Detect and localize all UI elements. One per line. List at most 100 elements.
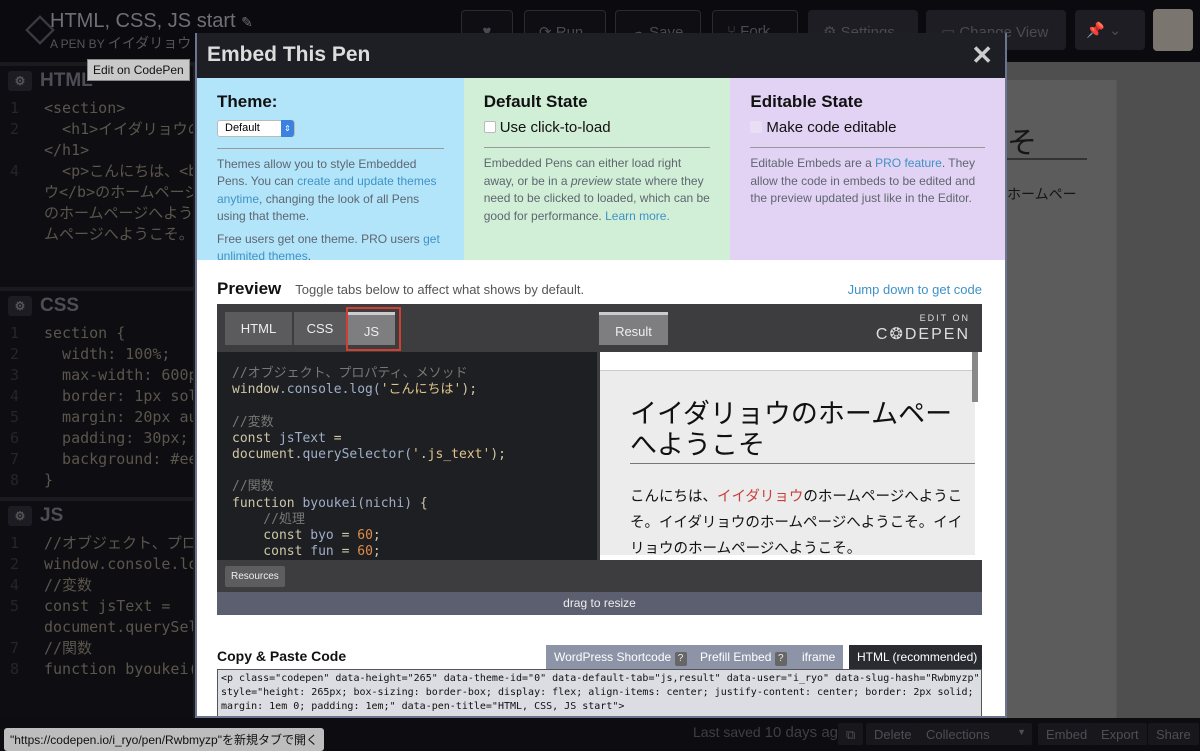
gear-icon[interactable]: ⚙ (8, 71, 32, 91)
editor-css[interactable]: ⚙ CSS 1 section {2 width: 100%; 3 max-width:… (0, 287, 193, 497)
line-text: ムページへようこそ。< (44, 225, 193, 243)
theme-description: Themes allow you to style Embedded Pens.… (217, 156, 444, 226)
tab-html-recommended[interactable]: HTML (recommended) (849, 645, 982, 669)
code-token: byo (310, 528, 342, 544)
tab-html[interactable]: HTML (225, 312, 292, 345)
tab-css[interactable]: CSS (294, 312, 346, 345)
line-number: 3 (10, 366, 20, 384)
embed-button[interactable]: Embed (1038, 723, 1096, 745)
code-line: //関数 (232, 479, 597, 495)
editor-html[interactable]: ⚙HTML1<section>2 <h1>イイダリョウの</h1>34 <p>こ… (0, 62, 193, 287)
pro-feature-link[interactable]: PRO feature (875, 156, 942, 170)
select-arrows-icon: ⇕ (281, 119, 294, 137)
divider (483, 147, 711, 148)
code-lines[interactable]: 1 section {2 width: 100%; 3 max-width: 600… (0, 317, 193, 491)
line-number: 6 (10, 429, 20, 447)
code-line: 4 <p>こんにちは、<b (0, 161, 193, 182)
code-token: '.js_text' (412, 447, 491, 463)
gear-icon[interactable]: ⚙ (8, 296, 32, 316)
avatar[interactable] (1153, 9, 1193, 51)
editor-label: JS (40, 505, 64, 526)
author-link[interactable]: イイダリョウ (108, 35, 191, 51)
result-heading-fragment: そ (1007, 127, 1037, 160)
preview-heading: Preview (217, 279, 282, 298)
preview-header: Preview Toggle tabs below to affect what… (217, 279, 982, 299)
embed-code-textarea[interactable]: <p class="codepen" data-height="265" dat… (217, 669, 982, 716)
checkbox[interactable] (750, 121, 763, 133)
line-text: //関数 (44, 639, 93, 657)
chevron-down-icon[interactable]: ⌄ (1109, 22, 1122, 39)
close-icon[interactable]: ✕ (971, 40, 993, 71)
code-line: 5 margin: 20px aut (0, 407, 193, 428)
code-token: 'こんにちは' (380, 382, 462, 398)
jump-to-code-link[interactable]: Jump down to get code (848, 282, 982, 297)
line-text: section { (44, 324, 126, 342)
code-line: 7 background: #eee (0, 449, 193, 470)
scrollbar[interactable] (972, 352, 978, 402)
code-token: //関数 (232, 479, 274, 495)
tab-prefill-embed[interactable]: Prefill Embed ? (692, 645, 795, 669)
tab-result[interactable]: Result (599, 312, 668, 345)
theme-select[interactable]: Default ⇕ (217, 119, 295, 137)
line-number: 1 (10, 99, 20, 117)
tab-wordpress-shortcode[interactable]: WordPress Shortcode ? (546, 645, 695, 669)
line-number: 8 (10, 471, 20, 489)
code-line: </h1> (0, 140, 193, 161)
modal-title: Embed This Pen (207, 43, 371, 66)
make-editable-checkbox[interactable]: Make code editable (750, 118, 985, 136)
code-line: 1 <section> (0, 98, 193, 119)
edit-on-label: EDIT ON (919, 313, 970, 323)
editor-js[interactable]: ⚙ JS1//オブジェクト、プロパ2window.console.log34//変… (0, 497, 193, 717)
pen-title[interactable]: HTML, CSS, JS start ✎ (50, 10, 253, 33)
code-lines[interactable]: 1<section>2 <h1>イイダリョウの</h1>34 <p>こんにちは、… (0, 92, 193, 245)
code-line: //処理 (232, 512, 597, 528)
export-button[interactable]: Export (1093, 723, 1147, 745)
line-text: <h1>イイダリョウの (44, 120, 193, 138)
collections-button[interactable]: Collections ▼ (918, 723, 1032, 745)
click-to-load-checkbox[interactable]: Use click-to-load (483, 118, 711, 136)
code-token: function (232, 495, 303, 511)
checkbox[interactable] (483, 121, 496, 133)
help-icon[interactable]: ? (674, 652, 687, 666)
gear-icon[interactable]: ⚙ (8, 506, 32, 526)
last-saved-label: Last saved (693, 724, 761, 740)
resources-button[interactable]: Resources (225, 566, 285, 587)
editor-panes: ⚙HTML1<section>2 <h1>イイダリョウの</h1>34 <p>こ… (0, 62, 195, 718)
text: Free users get one theme. PRO users (217, 231, 424, 246)
collections-label: Collections (926, 727, 990, 742)
delete-button[interactable]: Delete (866, 723, 920, 745)
drag-to-resize-handle[interactable]: drag to resize (217, 592, 982, 615)
help-icon[interactable]: ? (774, 652, 787, 666)
code-line: window.console.log('こんにちは'); (232, 382, 597, 398)
preview-subtitle: Toggle tabs below to affect what shows b… (295, 282, 585, 297)
tab-label: WordPress Shortcode (554, 650, 672, 664)
code-line: 1 section { (0, 323, 193, 344)
caret-down-icon: ▼ (1017, 727, 1026, 737)
result-view: イイダリョウのホームペー へようこそ こんにちは、イイダリョウのホームページへよ… (600, 352, 982, 560)
url-tooltip: "https://codepen.io/i_ryo/pen/Rwbmyzp"を新… (4, 728, 324, 751)
code-line: 2 <h1>イイダリョウの (0, 119, 193, 140)
checkbox-label: Use click-to-load (499, 118, 611, 136)
result-divider (1007, 158, 1087, 160)
line-number: 2 (10, 555, 20, 573)
line-text: border: 1px soli (44, 387, 193, 405)
code-token: const (232, 430, 279, 446)
line-number: 5 (10, 597, 20, 615)
result-content: そ ホームペー (1007, 80, 1117, 720)
open-external-icon[interactable]: ⧉ (838, 723, 864, 745)
tab-iframe[interactable]: iframe (794, 645, 844, 669)
active-tab-highlight (346, 307, 401, 351)
pen-author: A PEN BY イイダリョウ (50, 33, 191, 53)
default-state-heading: Default State (483, 92, 588, 111)
pencil-icon[interactable]: ✎ (241, 14, 253, 30)
share-button[interactable]: Share (1148, 723, 1199, 745)
theme-heading: Theme: (217, 92, 278, 111)
edit-on-codepen-link[interactable]: EDIT ON C❂DEPEN (876, 313, 970, 344)
line-text: <section> (44, 99, 126, 117)
line-number: 7 (10, 639, 20, 657)
pin-button[interactable]: 📌 ⌄ (1075, 10, 1145, 50)
text: Editable Embeds are a (750, 156, 876, 170)
learn-more-link[interactable]: Learn more. (605, 209, 670, 223)
code-lines[interactable]: 1//オブジェクト、プロパ2window.console.log34//変数5c… (0, 527, 193, 680)
result-heading: イイダリョウのホームペー へようこそ (630, 399, 953, 461)
